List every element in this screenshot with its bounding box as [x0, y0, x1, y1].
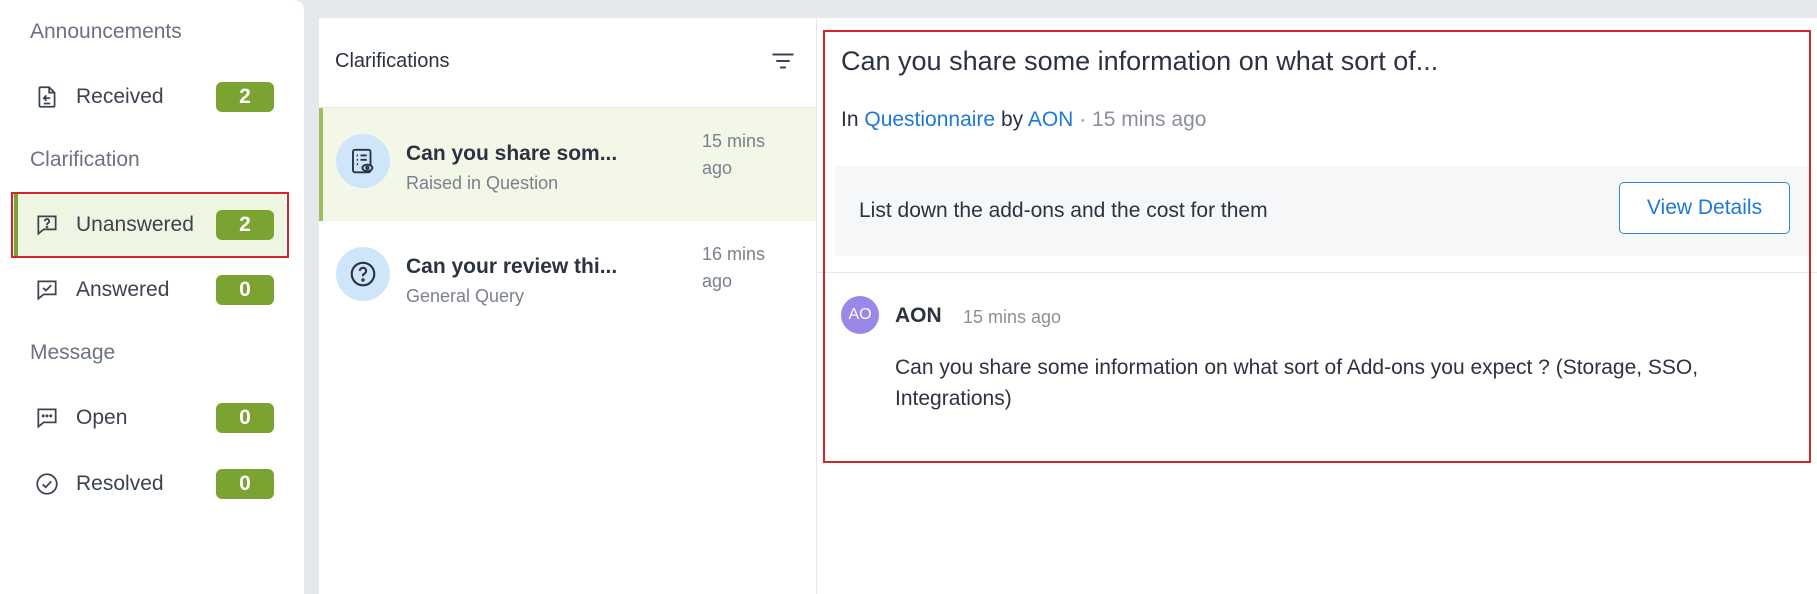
check-chat-icon	[37, 280, 57, 301]
view-details-button[interactable]: View Details	[1619, 182, 1790, 234]
meta-by-prefix: by	[1000, 108, 1024, 131]
item-title: Can you share som...	[406, 142, 618, 165]
item-subtitle: Raised in Question	[406, 173, 559, 193]
category-link[interactable]: Questionnaire	[864, 108, 995, 131]
comment-time: 15 mins ago	[963, 307, 1062, 327]
filter-icon[interactable]	[770, 48, 796, 74]
count-badge: 2	[216, 82, 274, 112]
section-title-announcements: Announcements	[30, 20, 182, 43]
item-subtitle: General Query	[406, 286, 525, 306]
dots-chat-icon	[37, 408, 57, 429]
sidebar-item-label: Resolved	[76, 472, 164, 495]
item-time: 16 mins ago	[702, 244, 766, 291]
question-text: List down the add-ons and the cost for t…	[859, 199, 1268, 222]
sidebar-item-label: Unanswered	[76, 213, 194, 236]
comment-body: Can you share some information on what s…	[895, 356, 1699, 410]
check-circle-icon	[36, 473, 58, 495]
count-badge: 0	[216, 403, 274, 433]
question-circle-icon	[350, 261, 376, 287]
sidebar-item-label: Open	[76, 406, 128, 429]
section-title-clarification: Clarification	[30, 148, 140, 171]
list-header: Clarifications	[319, 18, 816, 108]
clarifications-list-panel: Clarifications Can you share som... Rais…	[319, 18, 817, 594]
clarification-detail-panel: Can you share some information on what s…	[817, 18, 1817, 594]
avatar: AO	[841, 296, 879, 334]
count-badge: 0	[216, 275, 274, 305]
sidebar: Announcements Received 2 Clarification U…	[0, 0, 304, 594]
divider	[817, 272, 1817, 273]
question-chat-icon	[37, 215, 57, 236]
count-badge: 0	[216, 469, 274, 499]
sidebar-item-unanswered[interactable]: Unanswered 2	[14, 194, 285, 256]
item-time: 15 mins ago	[702, 131, 766, 178]
question-box: List down the add-ons and the cost for t…	[835, 166, 1811, 256]
author-link[interactable]: AON	[1028, 108, 1074, 131]
sidebar-item-label: Answered	[76, 278, 170, 301]
comment-author: AON	[895, 304, 942, 327]
list-title: Clarifications	[335, 50, 450, 72]
questionnaire-icon	[352, 148, 374, 174]
meta-separator: ·	[1079, 108, 1087, 131]
item-title: Can your review thi...	[406, 255, 618, 278]
detail-title: Can you share some information on what s…	[841, 46, 1439, 76]
meta-in-prefix: In	[841, 108, 859, 131]
sidebar-item-label: Received	[76, 85, 164, 108]
section-title-message: Message	[30, 341, 116, 364]
detail-meta: In Questionnaire by AON · 15 mins ago	[841, 108, 1206, 132]
list-item[interactable]: Can you share som... Raised in Question …	[319, 108, 816, 221]
item-avatar	[336, 247, 390, 301]
sidebar-item-open[interactable]: Open 0	[14, 387, 285, 449]
sidebar-item-answered[interactable]: Answered 0	[14, 259, 285, 321]
item-avatar	[336, 134, 390, 188]
sidebar-item-received[interactable]: Received 2	[14, 66, 285, 128]
list-item[interactable]: Can your review thi... General Query 16 …	[319, 221, 816, 334]
sidebar-item-resolved[interactable]: Resolved 0	[14, 453, 285, 515]
meta-time: 15 mins ago	[1092, 108, 1207, 131]
inbox-in-icon	[38, 86, 56, 108]
count-badge: 2	[216, 210, 274, 240]
